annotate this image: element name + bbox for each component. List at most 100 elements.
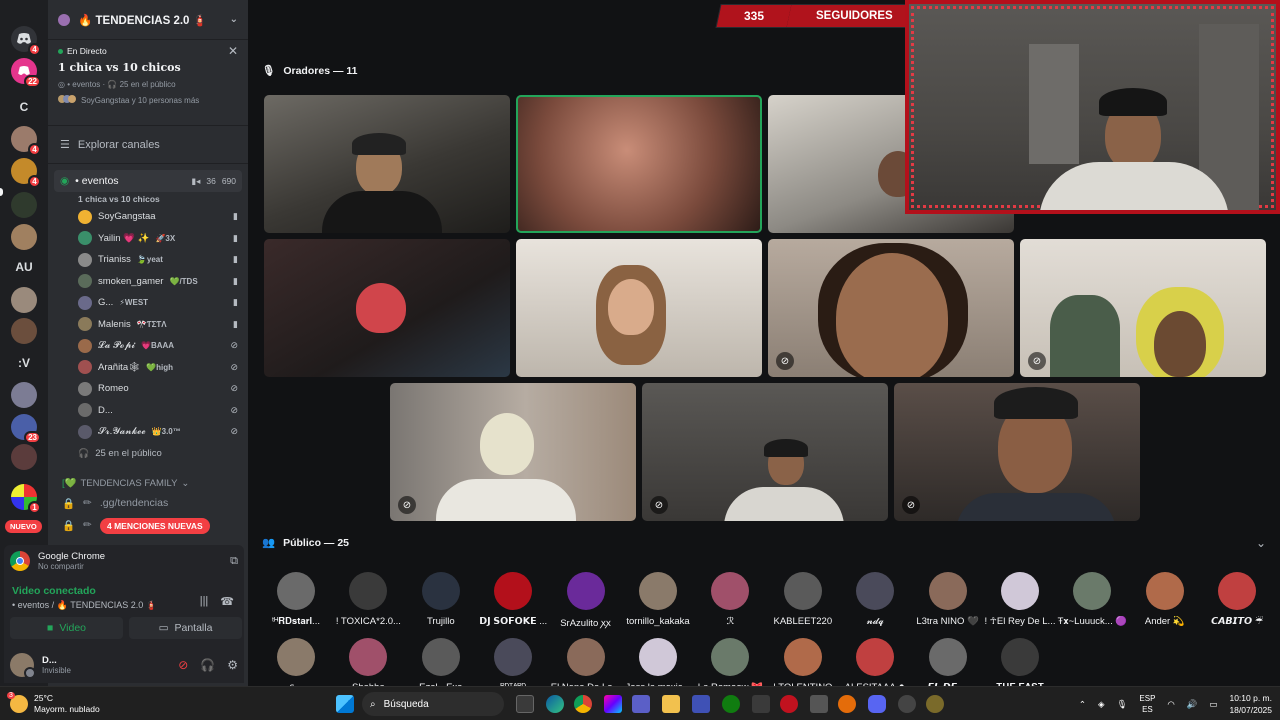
speaker-video-tile[interactable]: ⊘ (894, 383, 1140, 521)
voice-member[interactable]: smoken_gamer 💚/TDS ▮ (48, 271, 248, 293)
audience-member[interactable]: 𝐓𝐇𝐄 𝐄𝐀𝐒𝐓 (984, 638, 1056, 693)
share-status[interactable]: No compartir (38, 562, 105, 571)
voice-member[interactable]: SoyGangstaa ▮ (48, 206, 248, 228)
audience-member[interactable]: ᴿᴰᵀᴬᴿᴰ (477, 638, 549, 693)
audience-member[interactable]: ᵗᴴ𝐑𝐃𝐬𝐭𝐚𝐫𝐥... (260, 572, 332, 627)
live-event-card[interactable]: ✕ En Directo 1 chica vs 10 chicos ◎ • ev… (48, 40, 248, 126)
copilot-icon[interactable] (604, 695, 622, 713)
new-mentions-badge[interactable]: 4 MENCIONES NUEVAS (100, 518, 210, 534)
speaker-video-tile[interactable]: ⊘ (1020, 239, 1266, 377)
ea-icon[interactable] (838, 695, 856, 713)
audience-member[interactable]: 𝘾𝘼𝘽𝙄𝙏𝙊 ☔ (1201, 572, 1273, 627)
app-icon-2[interactable] (926, 695, 944, 713)
server-v[interactable]: :V (11, 350, 37, 376)
audience-member[interactable]: ! TOXICA*2.0... (332, 572, 404, 627)
audience-count[interactable]: 🎧 25 en el público (48, 443, 248, 465)
server-avatar-10[interactable]: 1 (11, 484, 41, 514)
server-icon-pink[interactable]: 22 (11, 58, 41, 88)
voice-member[interactable]: G... ⚡WEST ▮ (48, 292, 248, 314)
audience-member[interactable]: SrAzulito ꭗꭗ (550, 572, 622, 629)
screen-share-icon[interactable]: ⧉ (230, 555, 238, 568)
voice-member[interactable]: Trianiss 🍃yeat ▮ (48, 249, 248, 271)
channel-tendencias-link[interactable]: 🔒 ✏ .gg/tendencias (48, 492, 248, 514)
voice-member[interactable]: Arañita🕸 💚high ⊘ (48, 357, 248, 379)
speaker-video-tile-speaking[interactable] (516, 95, 762, 233)
speaker-video-tile[interactable]: ⊘ (768, 239, 1014, 377)
voice-channel-eventos[interactable]: ◉ • eventos ▮◂ 36 690 (54, 170, 242, 192)
explore-channels[interactable]: ☰ Explorar canales (48, 126, 248, 164)
voice-member[interactable]: Yailin 💗 ✨ 🚀3X ▮ (48, 228, 248, 250)
chevron-up-icon[interactable]: ⌃ (1079, 699, 1086, 710)
start-icon[interactable] (336, 695, 354, 713)
audience-member[interactable]: Trujillo (405, 572, 477, 627)
server-c[interactable]: C (11, 94, 37, 120)
audience-member[interactable]: Ander 💫 (1129, 572, 1201, 627)
server-avatar-7[interactable] (11, 382, 37, 408)
chevron-down-icon[interactable]: ⌄ (230, 14, 238, 25)
new-badge[interactable]: NUEVO (5, 520, 42, 533)
wifi-icon[interactable]: ◠ (1167, 699, 1174, 710)
noise-suppression-icon[interactable]: ||| (200, 595, 209, 608)
speaker-video-tile[interactable] (264, 239, 510, 377)
audience-member[interactable]: ! TOLENTINO (767, 638, 839, 693)
task-view-icon[interactable] (516, 695, 534, 713)
server-avatar-9[interactable] (11, 444, 37, 470)
app-icon[interactable] (810, 695, 828, 713)
app-tray-icon[interactable]: ◈ (1098, 699, 1105, 710)
audience-member[interactable]: 𝗗𝗝 𝗦𝗢𝗙𝗢𝗞𝗘 ... (477, 572, 549, 627)
server-header[interactable]: 🔥 TENDENCIAS 2.0 🧯 ⌄ (48, 0, 248, 40)
volume-icon[interactable]: 🔊 (1187, 699, 1198, 710)
server-avatar-5[interactable] (11, 287, 37, 313)
server-avatar-8[interactable]: 23 (11, 414, 41, 444)
battery-icon[interactable]: ▭ (1209, 699, 1217, 710)
server-avatar-6[interactable] (11, 318, 37, 344)
audience-member[interactable]: ALESITAAA ⚫ (839, 638, 911, 693)
opera-icon[interactable] (780, 695, 798, 713)
folder-icon[interactable] (662, 695, 680, 713)
voice-member[interactable]: 𝓢𝓻.𝓨𝓪𝓷𝓴𝓮𝓮 👑3.0™ ⊘ (48, 421, 248, 443)
store-icon[interactable] (752, 695, 770, 713)
audience-member[interactable]: tornillo_kakaka (622, 572, 694, 627)
chrome-icon[interactable] (574, 695, 592, 713)
language-indicator[interactable]: ESP ES (1139, 693, 1155, 715)
server-avatar-3[interactable] (11, 192, 37, 218)
headphones-icon[interactable]: 🎧 (200, 658, 215, 672)
voice-member[interactable]: Malenis 🎌ƬΣƬΛ ▮ (48, 314, 248, 336)
mic-muted-icon[interactable]: ⊘ (178, 658, 188, 672)
audience-member[interactable]: Ŧ𝐱~Luuuck... 🟣 (1056, 572, 1128, 627)
weather-widget[interactable]: 3 25°C Mayorm. nublado (7, 692, 100, 715)
speaker-video-tile[interactable]: ⊘ (390, 383, 636, 521)
voice-member[interactable]: 𝓛𝓪 𝓟𝓸𝓹𝓲 💗BAAA ⊘ (48, 335, 248, 357)
category-tendencias-family[interactable]: [💚 TENDENCIAS FAMILY ⌄ (48, 474, 248, 492)
audience-member[interactable]: Shabba (332, 638, 404, 693)
audience-member[interactable]: ! ☥El Rey De L... (984, 572, 1056, 627)
speaker-video-tile[interactable] (516, 239, 762, 377)
voice-member[interactable]: Romeo ⊘ (48, 378, 248, 400)
teams-icon[interactable] (632, 695, 650, 713)
discord-home-icon[interactable]: 4 (11, 26, 41, 56)
disconnect-icon[interactable]: ☎ (220, 595, 234, 608)
audience-member[interactable]: 𝙀𝙇 𝘿𝙀 ... (912, 638, 984, 693)
server-avatar-4[interactable] (11, 224, 37, 250)
audience-member[interactable]: Ezel - Exe (405, 638, 477, 693)
speaker-video-tile[interactable] (264, 95, 510, 233)
screen-button[interactable]: ▭ Pantalla (129, 617, 242, 639)
gear-icon[interactable]: ⚙ (227, 658, 238, 672)
server-au[interactable]: AU (11, 254, 37, 280)
voice-member[interactable]: D... ⊘ (48, 400, 248, 422)
edge-icon[interactable] (546, 695, 564, 713)
audience-member[interactable]: La Romeow 🎀 (694, 638, 766, 693)
audience-member[interactable]: El Nene De Lo... (550, 638, 622, 693)
search-box[interactable]: ⌕ Búsqueda (362, 692, 504, 716)
audience-member[interactable]: 𝓷𝓭𝓺 (839, 572, 911, 627)
server-avatar-2[interactable]: 4 (11, 158, 41, 188)
l-app-icon[interactable] (692, 695, 710, 713)
microphone-icon[interactable]: 🎙 (1117, 699, 1128, 710)
server-avatar-1[interactable]: 4 (11, 126, 41, 156)
chevron-down-icon[interactable]: ⌄ (1256, 536, 1266, 550)
audience-member[interactable]: L3tra NINO 🖤 (912, 572, 984, 627)
audience-member[interactable]: ℛ (694, 572, 766, 627)
audience-member[interactable]: KABLEET220 (767, 572, 839, 627)
avatar[interactable] (10, 653, 36, 679)
speaker-video-tile[interactable]: ⊘ (642, 383, 888, 521)
